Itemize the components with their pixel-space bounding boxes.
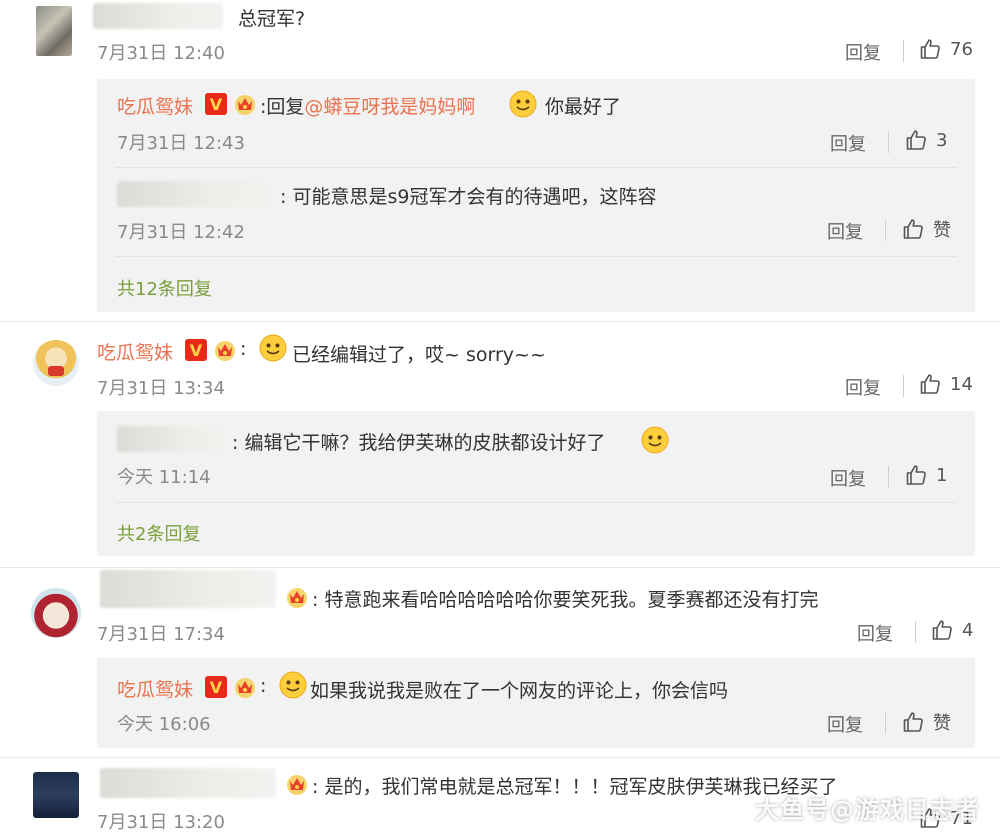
more-replies-link[interactable]: 共12条回复 bbox=[117, 275, 212, 301]
action-separator bbox=[915, 621, 916, 643]
comment-username[interactable]: 吃瓜鸳妹 bbox=[97, 338, 173, 365]
reply-button[interactable]: 回复 bbox=[845, 39, 881, 65]
action-separator bbox=[888, 131, 889, 153]
like-count: 3 bbox=[936, 129, 948, 151]
crown-icon bbox=[285, 585, 309, 609]
comment-time: 7月31日 17:34 bbox=[97, 624, 225, 645]
comment-time: 7月31日 13:20 bbox=[97, 812, 225, 833]
thumb-up-icon bbox=[901, 710, 925, 734]
comment-time: 7月31日 12:40 bbox=[97, 43, 225, 64]
reply-button[interactable]: 回复 bbox=[830, 130, 866, 156]
like-count: 76 bbox=[950, 38, 973, 60]
watermark: 大鱼号@游戏日志者 bbox=[755, 796, 980, 824]
crown-icon bbox=[285, 772, 309, 796]
reply-button[interactable]: 回复 bbox=[845, 374, 881, 400]
reply-divider bbox=[115, 167, 957, 168]
crown-icon bbox=[213, 338, 237, 362]
reply-button[interactable]: 回复 bbox=[857, 620, 893, 646]
crown-icon bbox=[233, 675, 257, 699]
shrug-emoji-icon bbox=[258, 333, 288, 363]
action-separator bbox=[903, 375, 904, 397]
avatar[interactable] bbox=[33, 340, 79, 386]
like-label: 赞 bbox=[933, 713, 951, 734]
reply-text-prefix: :回复@蟒豆呀我是妈妈啊 bbox=[260, 96, 476, 118]
reply-time: 7月31日 12:42 bbox=[117, 222, 245, 243]
comment-text: 总冠军? bbox=[238, 8, 306, 30]
comment-text: 已经编辑过了，哎~ sorry~~ bbox=[292, 344, 546, 366]
reply-time: 今天 11:14 bbox=[117, 467, 211, 488]
reply-username[interactable]: 吃瓜鸳妹 bbox=[117, 92, 193, 119]
reply-time: 7月31日 12:43 bbox=[117, 133, 245, 154]
username-blurred bbox=[93, 3, 223, 29]
thumb-up-icon bbox=[918, 372, 942, 396]
comment-divider bbox=[0, 567, 1000, 568]
thumb-up-icon bbox=[901, 217, 925, 241]
action-separator bbox=[903, 40, 904, 62]
action-separator bbox=[888, 466, 889, 488]
reply-text: : 编辑它干嘛？我给伊芙琳的皮肤都设计好了 bbox=[232, 432, 606, 454]
like-count: 4 bbox=[962, 619, 974, 641]
reply-button[interactable]: 回复 bbox=[830, 465, 866, 491]
comment-time: 7月31日 13:34 bbox=[97, 378, 225, 399]
reply-button[interactable]: 回复 bbox=[827, 218, 863, 244]
mention-link[interactable]: @蟒豆呀我是妈妈啊 bbox=[304, 96, 475, 118]
avatar[interactable] bbox=[31, 588, 81, 638]
reply-text: 如果我说我是败在了一个网友的评论上，你会信吗 bbox=[310, 680, 729, 702]
thumb-up-icon bbox=[930, 618, 954, 642]
verified-badge: V bbox=[205, 93, 227, 115]
smirk-emoji-icon bbox=[640, 425, 670, 455]
reply-text: : 可能意思是s9冠军才会有的待遇吧，这阵容 bbox=[280, 186, 657, 208]
thumb-up-icon bbox=[904, 128, 928, 152]
comment-text: : 特意跑来看哈哈哈哈哈哈你要笑死我。夏季赛都还没有打完 bbox=[312, 589, 819, 611]
blush-emoji-icon bbox=[508, 89, 538, 119]
reply-username[interactable]: 吃瓜鸳妹 bbox=[117, 675, 193, 702]
like-button[interactable]: 4 bbox=[930, 618, 973, 642]
colon: : bbox=[260, 675, 267, 697]
username-blurred bbox=[100, 768, 276, 798]
reply-button[interactable]: 回复 bbox=[827, 711, 863, 737]
like-button[interactable]: 1 bbox=[904, 463, 947, 487]
like-button[interactable]: 赞 bbox=[901, 709, 951, 735]
reply-divider bbox=[115, 502, 957, 503]
username-blurred bbox=[117, 426, 229, 452]
like-button[interactable]: 76 bbox=[918, 37, 973, 61]
reply-divider bbox=[115, 256, 957, 257]
crown-icon bbox=[233, 92, 257, 116]
action-separator bbox=[885, 219, 886, 241]
reply-time: 今天 16:06 bbox=[117, 714, 211, 735]
like-label: 赞 bbox=[933, 220, 951, 241]
comment-divider bbox=[0, 321, 1000, 322]
like-button[interactable]: 14 bbox=[918, 372, 973, 396]
thumb-up-icon bbox=[918, 37, 942, 61]
reply-text-suffix: 你最好了 bbox=[545, 96, 622, 118]
username-blurred bbox=[117, 181, 277, 207]
thumb-up-icon bbox=[904, 463, 928, 487]
colon: : bbox=[240, 338, 247, 360]
username-blurred bbox=[100, 570, 276, 608]
like-button[interactable]: 赞 bbox=[901, 216, 951, 242]
avatar[interactable] bbox=[36, 6, 72, 56]
verified-badge: V bbox=[185, 339, 207, 361]
more-replies-link[interactable]: 共2条回复 bbox=[117, 520, 200, 546]
like-count: 1 bbox=[936, 464, 948, 486]
avatar[interactable] bbox=[33, 772, 79, 818]
comment-divider bbox=[0, 757, 1000, 758]
like-count: 14 bbox=[950, 373, 973, 395]
like-button[interactable]: 3 bbox=[904, 128, 947, 152]
verified-badge: V bbox=[205, 676, 227, 698]
action-separator bbox=[885, 712, 886, 734]
laughing-emoji-icon bbox=[278, 670, 308, 700]
